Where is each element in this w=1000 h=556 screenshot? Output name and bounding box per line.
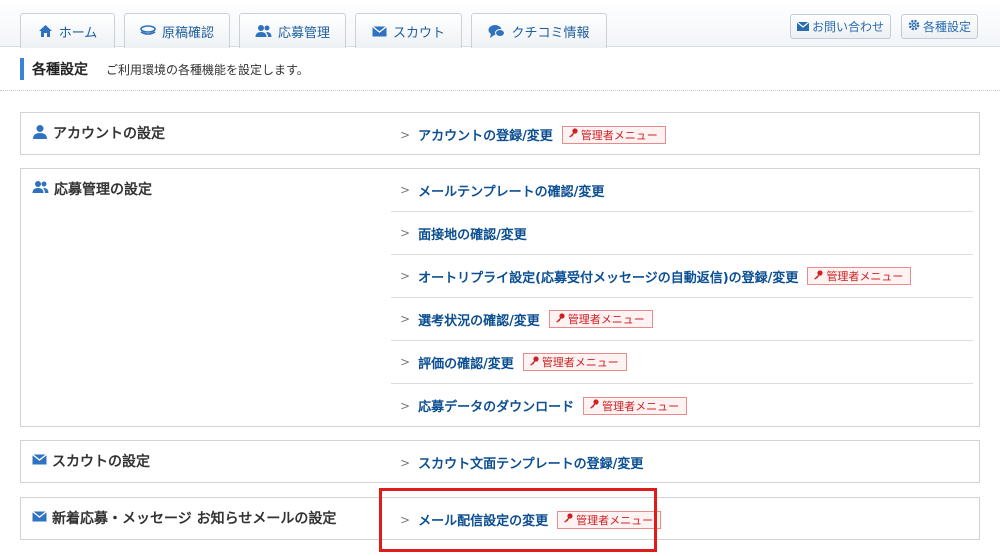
section-scout-label: スカウトの設定 [52,454,150,470]
chevron-right-icon: > [400,127,411,142]
tab-scout[interactable]: スカウト [355,13,462,48]
link-mail-template[interactable]: メールテンプレートの確認/変更 [418,181,604,200]
header-divider [0,90,1000,91]
contact-label: お問い合わせ [812,20,885,34]
page-header: 各種設定 ご利用環境の各種機能を設定します。 [20,58,309,80]
page-description: ご利用環境の各種機能を設定します。 [106,62,309,77]
chevron-right-icon: > [400,269,411,283]
settings-row: > 面接地の確認/変更 [391,212,973,255]
contact-button[interactable]: お問い合わせ [790,14,892,39]
chevron-right-icon: > [400,355,411,369]
chevron-right-icon: > [400,183,411,197]
tab-manuscript[interactable]: 原稿確認 [124,13,230,48]
chevron-right-icon: > [400,455,411,470]
admin-menu-label: 管理者メニュー [826,270,904,283]
section-account-label: アカウントの設定 [53,126,165,142]
mail-icon [32,453,47,469]
section-applications-label: 応募管理の設定 [54,182,152,198]
settings-label: 各種設定 [923,20,972,34]
settings-button[interactable]: 各種設定 [901,14,979,39]
mail-icon [372,25,387,37]
stack-icon [140,25,156,37]
section-account: アカウントの設定 > アカウントの登録/変更 管理者メニュー [20,112,980,155]
chevron-right-icon: > [400,398,411,413]
page-title: 各種設定 [32,62,88,78]
section-applications: 応募管理の設定 > メールテンプレートの確認/変更 > 面接地の確認/変更 > … [20,168,980,427]
key-icon [813,269,824,283]
link-selection-status[interactable]: 選考状況の確認/変更 [418,310,540,329]
section-notification-label: 新着応募・メッセージ お知らせメールの設定 [52,511,337,527]
tab-home[interactable]: ホーム [20,13,115,48]
admin-menu-badge: 管理者メニュー [807,267,912,285]
link-auto-reply[interactable]: オートリプライ設定(応募受付メッセージの自動返信)の登録/変更 [418,267,798,286]
home-icon [38,24,53,38]
tab-applications[interactable]: 応募管理 [239,13,346,48]
key-icon [568,128,578,141]
title-accent-bar [20,58,24,80]
link-scout-template[interactable]: スカウト文面テンプレートの登録/変更 [418,453,643,472]
admin-menu-label: 管理者メニュー [580,128,658,142]
admin-menu-label: 管理者メニュー [602,399,680,413]
chevron-right-icon: > [400,312,411,326]
settings-row: > オートリプライ設定(応募受付メッセージの自動返信)の登録/変更 管理者メニュ… [391,255,973,298]
admin-menu-badge: 管理者メニュー [583,396,688,415]
link-interview-location[interactable]: 面接地の確認/変更 [418,224,527,243]
gear-icon [908,19,920,34]
link-data-download[interactable]: 応募データのダウンロード [418,396,574,415]
settings-row: > 応募データのダウンロード 管理者メニュー [391,384,973,427]
chat-icon [488,24,506,39]
admin-menu-badge: 管理者メニュー [548,310,653,328]
tab-reviews-label: クチコミ情報 [511,25,590,41]
mail-icon [796,20,810,34]
section-scout-title: スカウトの設定 [32,451,150,471]
settings-row: > メールテンプレートの確認/変更 [391,169,973,212]
chevron-right-icon: > [400,226,411,240]
settings-row: > アカウントの登録/変更 管理者メニュー [391,113,973,156]
tab-manuscript-label: 原稿確認 [161,25,214,41]
tab-reviews[interactable]: クチコミ情報 [471,13,607,48]
tab-applications-label: 応募管理 [277,25,330,41]
admin-menu-badge: 管理者メニュー [522,353,627,371]
top-nav: ホーム 原稿確認 応募管理 スカウト クチコミ情報 お問い合わせ 各種設定 [0,0,1000,48]
section-account-title: アカウントの設定 [32,123,165,143]
tab-scout-label: スカウト [392,25,445,41]
key-icon [529,355,539,369]
user-icon [32,124,48,143]
admin-menu-label: 管理者メニュー [567,313,645,326]
users-icon [255,24,272,38]
key-icon [555,312,565,326]
mail-icon [32,510,47,526]
users-icon [32,180,49,198]
admin-menu-label: 管理者メニュー [541,356,619,369]
settings-row: > 選考状況の確認/変更 管理者メニュー [391,298,973,341]
section-applications-title: 応募管理の設定 [32,179,152,199]
settings-row: > 評価の確認/変更 管理者メニュー [391,341,973,384]
settings-row: > スカウト文面テンプレートの登録/変更 [391,441,973,484]
highlight-box [379,488,657,552]
key-icon [589,399,599,412]
tab-home-label: ホーム [58,25,98,41]
section-notification-title: 新着応募・メッセージ お知らせメールの設定 [32,508,336,528]
link-account-register[interactable]: アカウントの登録/変更 [418,125,553,144]
link-evaluation[interactable]: 評価の確認/変更 [418,353,514,372]
admin-menu-badge: 管理者メニュー [561,125,666,144]
section-scout: スカウトの設定 > スカウト文面テンプレートの登録/変更 [20,440,980,483]
